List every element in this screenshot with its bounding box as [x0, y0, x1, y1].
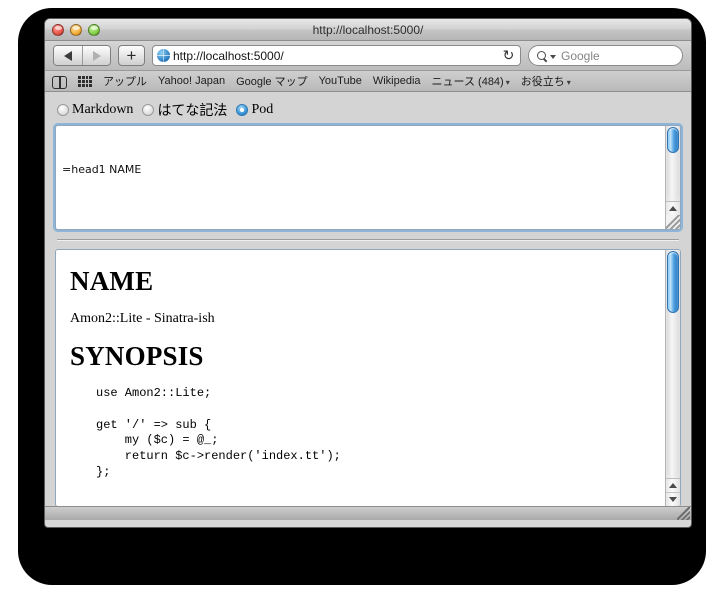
new-tab-button[interactable]: + [118, 45, 145, 66]
back-arrow-icon [64, 50, 72, 61]
window-resize-grip[interactable] [677, 507, 690, 520]
bookmark-label: お役立ち [520, 76, 565, 88]
chevron-down-icon[interactable] [550, 54, 556, 59]
radio-option-hatena[interactable]: はてな記法 [142, 100, 227, 120]
bookmark-item-wikipedia[interactable]: Wikipedia [373, 75, 421, 87]
source-textarea-content[interactable]: =head1 NAME Amon2::Lite - Sinatra-ish =h… [56, 126, 665, 229]
format-selector: Markdown はてな記法 Pod [57, 100, 681, 120]
preview-scroll-down-button[interactable] [666, 492, 680, 506]
preview-content: NAME Amon2::Lite - Sinatra-ish SYNOPSIS … [56, 250, 665, 506]
source-line-1: =head1 NAME [62, 163, 142, 177]
source-textarea[interactable]: =head1 NAME Amon2::Lite - Sinatra-ish =h… [55, 125, 681, 230]
chevron-down-icon: ▾ [505, 78, 510, 87]
bookmark-label: ニュース (484) [431, 76, 504, 88]
radio-markdown-indicator[interactable] [57, 104, 69, 116]
preview-pane: NAME Amon2::Lite - Sinatra-ish SYNOPSIS … [55, 249, 681, 506]
radio-hatena-indicator[interactable] [142, 104, 155, 116]
window-statusbar [45, 506, 691, 520]
address-bar-text: http://localhost:5000/ [173, 48, 284, 63]
bookmark-label: Google マップ [236, 76, 308, 88]
back-button[interactable] [54, 46, 82, 65]
preview-scroll-arrows [666, 478, 680, 506]
top-sites-grid-icon[interactable] [78, 75, 92, 87]
search-input-placeholder: Google [561, 48, 600, 63]
arrow-up-icon [669, 483, 677, 488]
textarea-scrollbar-track[interactable] [667, 127, 679, 200]
preview-scrollbar-thumb[interactable] [667, 251, 679, 313]
bookmarks-bar: アップル Yahoo! Japan Google マップ YouTube Wik… [45, 71, 691, 92]
textarea-scrollbar-thumb[interactable] [667, 127, 679, 153]
radio-pod-indicator[interactable] [236, 104, 249, 116]
browser-window: http://localhost:5000/ + http://localhos… [44, 18, 692, 528]
arrow-down-icon [669, 497, 677, 502]
globe-icon [157, 49, 170, 62]
bookmark-label: YouTube [318, 75, 362, 87]
bookmark-item-useful[interactable]: お役立ち ▾ [521, 73, 571, 89]
preview-scroll-up-button[interactable] [666, 479, 680, 492]
forward-button[interactable] [82, 46, 110, 65]
radio-markdown-label: Markdown [72, 102, 134, 117]
bookmark-label: アップル [103, 76, 147, 88]
radio-hatena-label: はてな記法 [157, 104, 228, 119]
browser-toolbar: + http://localhost:5000/ ↻ Google [45, 41, 691, 71]
section-divider [57, 239, 679, 241]
radio-option-markdown[interactable]: Markdown [57, 102, 133, 118]
arrow-up-icon [669, 206, 677, 211]
preview-code-block: use Amon2::Lite; get '/' => sub { my ($c… [96, 386, 341, 480]
bookmark-label: Wikipedia [372, 75, 421, 87]
forward-arrow-icon [92, 50, 101, 61]
preview-heading-synopsis: SYNOPSIS [70, 341, 204, 371]
bookmark-item-yahoo-japan[interactable]: Yahoo! Japan [158, 75, 225, 87]
bookmark-item-google-maps[interactable]: Google マップ [236, 73, 308, 89]
close-button[interactable] [52, 23, 64, 36]
window-title: http://localhost:5000/ [312, 22, 424, 37]
textarea-scroll-up-button[interactable] [666, 202, 680, 215]
page-content: Markdown はてな記法 Pod =head1 NAME Amon2::Li… [45, 92, 691, 506]
address-bar[interactable]: http://localhost:5000/ ↻ [152, 45, 521, 66]
preview-paragraph-description: Amon2::Lite - Sinatra-ish [70, 311, 215, 326]
bookmark-label: Yahoo! Japan [158, 75, 226, 87]
zoom-button[interactable] [88, 23, 100, 36]
textarea-scrollbar[interactable] [665, 126, 680, 229]
radio-pod-label: Pod [251, 102, 274, 117]
bookmarks-sidebar-icon[interactable] [52, 75, 67, 89]
search-field[interactable]: Google [528, 45, 683, 66]
preview-scrollbar[interactable] [665, 250, 680, 506]
textarea-resize-grip[interactable] [666, 215, 680, 229]
navigation-buttons [53, 45, 111, 66]
preview-scrollbar-track[interactable] [667, 251, 679, 477]
reload-icon[interactable]: ↻ [500, 47, 517, 64]
bookmark-item-youtube[interactable]: YouTube [319, 75, 362, 87]
chevron-down-icon: ▾ [566, 78, 571, 87]
bookmark-item-news[interactable]: ニュース (484) ▾ [432, 73, 510, 89]
window-titlebar: http://localhost:5000/ [45, 19, 691, 41]
search-icon [537, 50, 547, 61]
radio-option-pod[interactable]: Pod [236, 102, 273, 118]
bookmark-item-apple[interactable]: アップル [103, 73, 147, 89]
window-controls [52, 23, 100, 36]
preview-heading-name: NAME [70, 266, 154, 296]
minimize-button[interactable] [70, 23, 82, 36]
